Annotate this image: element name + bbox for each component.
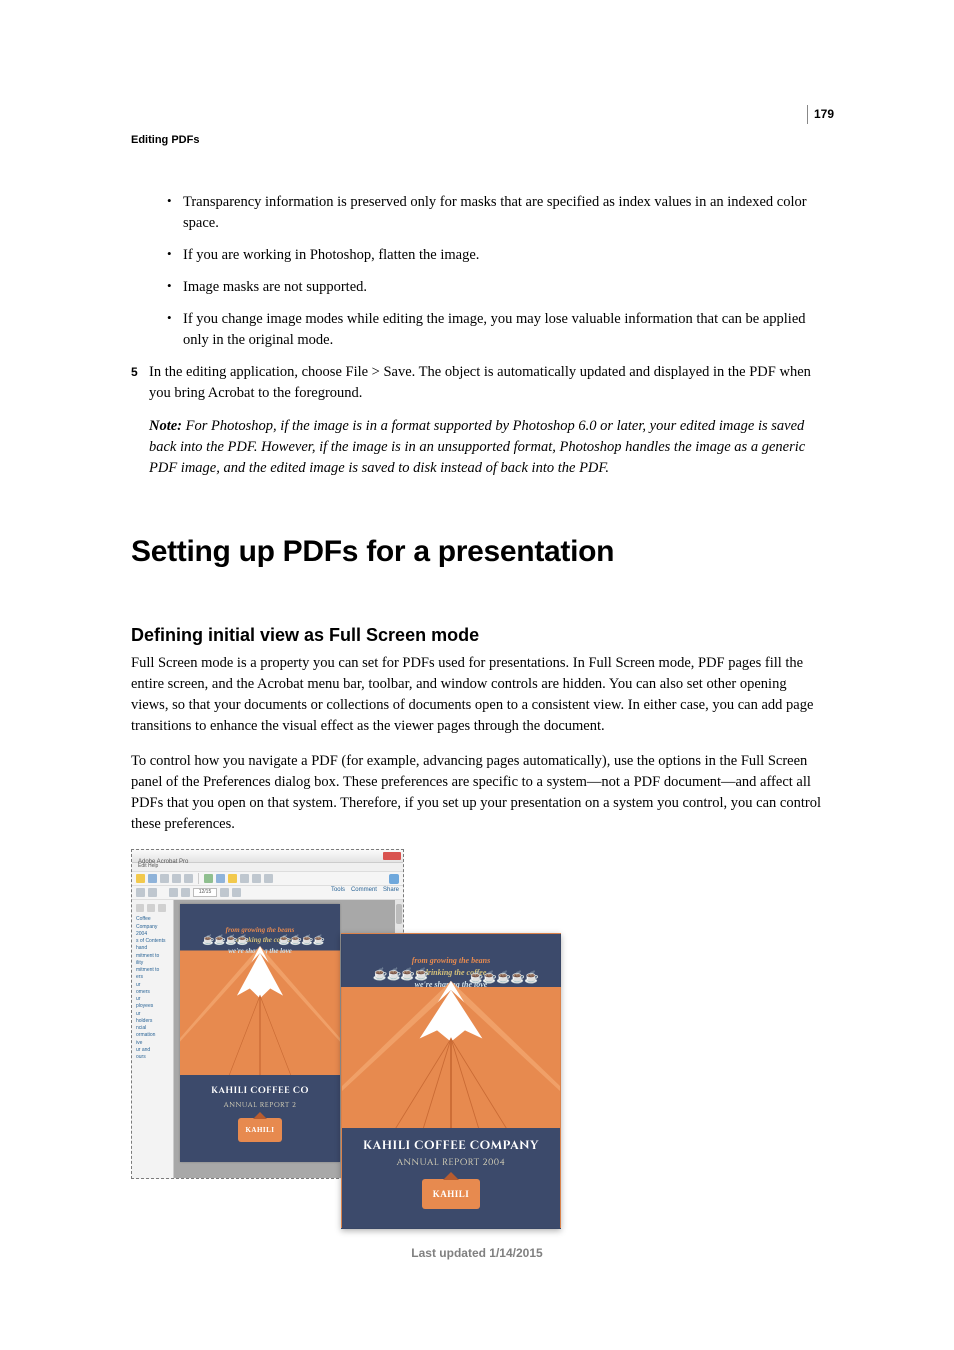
badge-text: KAHILI: [245, 1126, 274, 1134]
bookmark-item[interactable]: ncial: [136, 1025, 173, 1032]
page: 179 Editing PDFs Transparency informatio…: [0, 0, 954, 1350]
bookmark-item[interactable]: mitment to: [136, 953, 173, 960]
page-icon[interactable]: [148, 888, 157, 897]
content-area: Transparency information is preserved on…: [131, 192, 825, 1229]
panel-tab-icon[interactable]: [136, 904, 144, 912]
bullet-item: Transparency information is preserved on…: [167, 192, 825, 234]
bookmarks-panel: Coffee Company 2004 s of Contents hand m…: [132, 900, 174, 1178]
figure: Adobe Acrobat Pro Edit Help: [131, 849, 561, 1229]
cloud-icon[interactable]: [389, 874, 399, 884]
bookmark-item[interactable]: ur and: [136, 1047, 173, 1054]
create-icon[interactable]: [136, 874, 145, 883]
tagline-line: from growing the beans: [180, 925, 340, 936]
logo-badge: KAHILI: [422, 1179, 480, 1209]
subsection-heading: Defining initial view as Full Screen mod…: [131, 625, 825, 646]
prev-page-icon[interactable]: [169, 888, 178, 897]
tab-comment[interactable]: Comment: [351, 887, 377, 893]
footer-last-updated: Last updated 1/14/2015: [0, 1246, 954, 1260]
bookmark-item[interactable]: ur: [136, 1011, 173, 1018]
pdf-cover-page: from growing the beans to drinking the c…: [180, 904, 340, 1162]
tool-icon[interactable]: [204, 874, 213, 883]
bookmarks-list: Coffee Company 2004 s of Contents hand m…: [132, 916, 173, 1061]
company-name: KAHILI COFFEE CO: [180, 1085, 340, 1097]
tool-icon[interactable]: [264, 874, 273, 883]
window-title: Adobe Acrobat Pro: [132, 859, 188, 865]
mail-icon[interactable]: [184, 874, 193, 883]
tool-icon[interactable]: [228, 874, 237, 883]
report-title: ANNUAL REPORT 2: [180, 1100, 340, 1110]
bookmark-item[interactable]: hand: [136, 945, 173, 952]
save-icon[interactable]: [160, 874, 169, 883]
section-heading: Setting up PDFs for a presentation: [131, 535, 825, 569]
note-text: For Photoshop, if the image is in a form…: [149, 418, 805, 476]
close-icon[interactable]: [383, 852, 401, 860]
badge-peak-icon: [253, 1112, 267, 1119]
cover-footer: KAHILI COFFEE COMPANY ANNUAL REPORT 2004…: [342, 1128, 560, 1228]
bookmark-item[interactable]: ers: [136, 974, 173, 981]
note-label: Note:: [149, 418, 182, 434]
bookmark-item[interactable]: ur: [136, 996, 173, 1003]
step-number: 5: [131, 362, 149, 491]
bookmark-item[interactable]: ur: [136, 982, 173, 989]
bookmark-item[interactable]: Company: [136, 924, 173, 931]
note: Note: For Photoshop, if the image is in …: [149, 416, 825, 479]
logo-badge: KAHILI: [238, 1118, 282, 1142]
report-title: ANNUAL REPORT 2004: [342, 1157, 560, 1169]
beans-icon: ☕☕☕☕: [373, 967, 429, 982]
fullscreen-cover-page: from growing the beans to drinking the c…: [341, 933, 561, 1229]
bookmark-item[interactable]: ployees: [136, 1003, 173, 1010]
bookmark-item[interactable]: s of Contents: [136, 938, 173, 945]
tool-icon[interactable]: [216, 874, 225, 883]
page-number: 179: [807, 105, 834, 124]
scroll-thumb[interactable]: [396, 904, 402, 924]
page-thumb-icon[interactable]: [136, 888, 145, 897]
print-icon[interactable]: [172, 874, 181, 883]
bookmark-item[interactable]: ive: [136, 1040, 173, 1047]
page-number-field[interactable]: 12/15: [193, 888, 217, 897]
cover-footer: KAHILI COFFEE CO ANNUAL REPORT 2 KAHILI: [180, 1075, 340, 1163]
tab-share[interactable]: Share: [383, 887, 399, 893]
tool-icon[interactable]: [252, 874, 261, 883]
bookmark-item[interactable]: ility: [136, 960, 173, 967]
company-name: KAHILI COFFEE COMPANY: [342, 1138, 560, 1154]
paragraph: To control how you navigate a PDF (for e…: [131, 751, 825, 835]
bookmark-item[interactable]: 2004: [136, 931, 173, 938]
task-pane-tabs: Tools Comment Share: [331, 887, 399, 893]
next-page-icon[interactable]: [181, 888, 190, 897]
separator: [198, 873, 199, 884]
bullet-list: Transparency information is preserved on…: [167, 192, 825, 351]
panel-tab-icon[interactable]: [147, 904, 155, 912]
bookmark-item[interactable]: holders: [136, 1018, 173, 1025]
tagline-line: from growing the beans: [342, 955, 560, 967]
bullet-item: If you change image modes while editing …: [167, 309, 825, 351]
step-text: In the editing application, choose File …: [149, 362, 825, 404]
zoom-in-icon[interactable]: [232, 888, 241, 897]
step-5: 5 In the editing application, choose Fil…: [131, 362, 825, 491]
running-header: Editing PDFs: [131, 134, 199, 146]
bullet-item: If you are working in Photoshop, flatten…: [167, 245, 825, 266]
badge-text: KAHILI: [433, 1189, 470, 1199]
zoom-out-icon[interactable]: [220, 888, 229, 897]
bookmark-item[interactable]: omers: [136, 989, 173, 996]
window-titlebar: Adobe Acrobat Pro: [132, 850, 403, 863]
bookmark-item[interactable]: ours: [136, 1054, 173, 1061]
panel-tab-icon[interactable]: [158, 904, 166, 912]
bookmark-item[interactable]: ormation: [136, 1032, 173, 1039]
bookmark-item[interactable]: mitment to: [136, 967, 173, 974]
bullet-item: Image masks are not supported.: [167, 277, 825, 298]
badge-peak-icon: [443, 1172, 459, 1180]
bookmark-item[interactable]: Coffee: [136, 916, 173, 923]
tool-icon[interactable]: [240, 874, 249, 883]
toolbar-quick: [132, 872, 403, 886]
paragraph: Full Screen mode is a property you can s…: [131, 653, 825, 737]
step-body: In the editing application, choose File …: [149, 362, 825, 491]
tab-tools[interactable]: Tools: [331, 887, 345, 893]
open-icon[interactable]: [148, 874, 157, 883]
